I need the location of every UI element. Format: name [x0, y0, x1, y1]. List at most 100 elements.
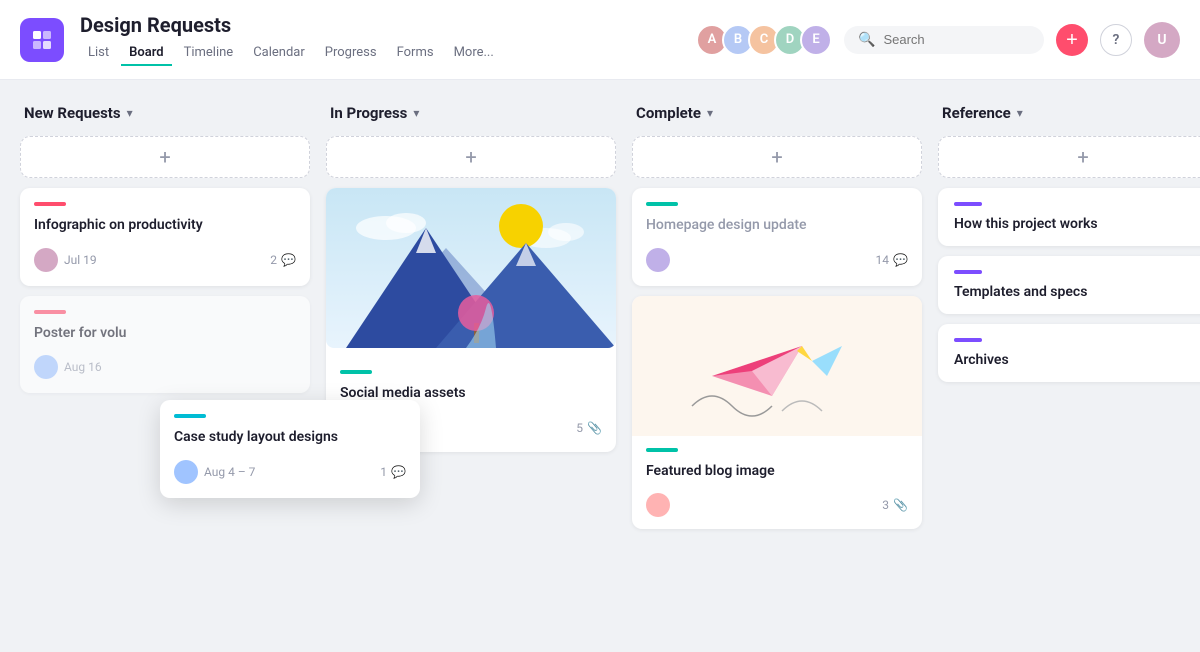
- card-meta-infographic: Jul 19: [34, 248, 97, 272]
- tab-calendar[interactable]: Calendar: [245, 41, 313, 66]
- column-title-reference: Reference: [942, 104, 1011, 122]
- ref-title-archives: Archives: [954, 352, 1200, 368]
- tab-progress[interactable]: Progress: [317, 41, 385, 66]
- column-chevron-reference[interactable]: ▾: [1017, 106, 1023, 120]
- add-card-in-progress[interactable]: +: [326, 136, 616, 178]
- card-accent-homepage: [646, 202, 678, 206]
- card-blog[interactable]: Featured blog image 3 📎: [632, 296, 922, 530]
- card-avatar-infographic: [34, 248, 58, 272]
- card-date-infographic: Jul 19: [64, 253, 97, 267]
- comment-count-blog: 3: [882, 498, 889, 512]
- page-title: Design Requests: [80, 13, 680, 37]
- card-title-homepage: Homepage design update: [646, 216, 908, 236]
- card-accent-infographic: [34, 202, 66, 206]
- tab-list[interactable]: List: [80, 41, 117, 66]
- tab-board[interactable]: Board: [121, 41, 171, 66]
- float-date-case: Aug 4 – 7: [204, 465, 255, 479]
- column-header-in-progress: In Progress ▾: [326, 104, 616, 122]
- card-title-blog: Featured blog image: [646, 462, 908, 482]
- column-chevron-complete[interactable]: ▾: [707, 106, 713, 120]
- column-chevron-new-requests[interactable]: ▾: [127, 106, 133, 120]
- tab-forms[interactable]: Forms: [389, 41, 442, 66]
- ref-accent-archives: [954, 338, 982, 342]
- card-comments-social: 5 📎: [576, 421, 602, 435]
- float-accent-case: [174, 414, 206, 418]
- header-right: A B C D E 🔍 + ? U: [696, 22, 1180, 58]
- float-title-case: Case study layout designs: [174, 428, 406, 448]
- float-comments-case: 1 💬: [380, 465, 406, 479]
- comment-icon-infographic: 💬: [281, 253, 296, 267]
- column-header-new-requests: New Requests ▾: [20, 104, 310, 122]
- comment-count-homepage: 14: [876, 253, 890, 267]
- card-footer-blog: 3 📎: [646, 493, 908, 517]
- card-avatar-homepage: [646, 248, 670, 272]
- ref-title-templates: Templates and specs: [954, 284, 1200, 300]
- search-input[interactable]: [883, 32, 1030, 47]
- comment-count-infographic: 2: [270, 253, 277, 267]
- add-card-new-requests[interactable]: +: [20, 136, 310, 178]
- ref-accent-templates: [954, 270, 982, 274]
- floating-card-case-study[interactable]: Case study layout designs Aug 4 – 7 1 💬: [160, 400, 420, 498]
- float-comment-icon-case: 💬: [391, 465, 406, 479]
- app-logo[interactable]: [20, 18, 64, 62]
- float-avatar-case: [174, 460, 198, 484]
- app-shell: Design Requests List Board Timeline Cale…: [0, 0, 1200, 652]
- card-archives[interactable]: Archives: [938, 324, 1200, 382]
- help-button[interactable]: ?: [1100, 24, 1132, 56]
- user-avatar[interactable]: U: [1144, 22, 1180, 58]
- column-reference: Reference ▾ + How this project works Tem…: [938, 104, 1200, 628]
- avatar-group: A B C D E: [696, 24, 832, 56]
- card-infographic[interactable]: Infographic on productivity Jul 19 2 💬: [20, 188, 310, 286]
- card-accent-blog: [646, 448, 678, 452]
- attachment-icon-social: 📎: [587, 421, 602, 435]
- card-meta-homepage: [646, 248, 670, 272]
- card-avatar-poster: [34, 355, 58, 379]
- column-complete: Complete ▾ + Homepage design update 14 💬: [632, 104, 922, 628]
- add-button[interactable]: +: [1056, 24, 1088, 56]
- ref-title-how: How this project works: [954, 216, 1200, 232]
- column-new-requests: New Requests ▾ + Infographic on producti…: [20, 104, 310, 628]
- board-area: New Requests ▾ + Infographic on producti…: [0, 80, 1200, 652]
- card-comments-infographic: 2 💬: [270, 253, 296, 267]
- search-bar: 🔍: [844, 26, 1044, 54]
- app-header: Design Requests List Board Timeline Cale…: [0, 0, 1200, 80]
- card-homepage[interactable]: Homepage design update 14 💬: [632, 188, 922, 286]
- float-comment-count-case: 1: [380, 465, 387, 479]
- card-title-poster: Poster for volu: [34, 324, 296, 344]
- card-comments-blog: 3 📎: [882, 498, 908, 512]
- float-meta-case: Aug 4 – 7: [174, 460, 255, 484]
- nav-tabs: List Board Timeline Calendar Progress Fo…: [80, 41, 680, 66]
- comment-count-social: 5: [576, 421, 583, 435]
- card-templates-specs[interactable]: Templates and specs: [938, 256, 1200, 314]
- card-footer-homepage: 14 💬: [646, 248, 908, 272]
- ref-accent-how: [954, 202, 982, 206]
- add-card-complete[interactable]: +: [632, 136, 922, 178]
- card-how-project-works[interactable]: How this project works: [938, 188, 1200, 246]
- tab-timeline[interactable]: Timeline: [176, 41, 242, 66]
- card-footer-infographic: Jul 19 2 💬: [34, 248, 296, 272]
- card-meta-poster: Aug 16: [34, 355, 102, 379]
- card-illustration-blog: [632, 296, 922, 436]
- card-poster-partial[interactable]: Poster for volu Aug 16: [20, 296, 310, 394]
- card-date-poster: Aug 16: [64, 360, 102, 374]
- column-title-in-progress: In Progress: [330, 104, 407, 122]
- card-accent-poster: [34, 310, 66, 314]
- search-icon: 🔍: [858, 32, 875, 48]
- column-header-complete: Complete ▾: [632, 104, 922, 122]
- column-chevron-in-progress[interactable]: ▾: [413, 106, 419, 120]
- card-meta-blog: [646, 493, 670, 517]
- card-footer-poster: Aug 16: [34, 355, 296, 379]
- column-in-progress: In Progress ▾ +: [326, 104, 616, 628]
- header-title-area: Design Requests List Board Timeline Cale…: [80, 13, 680, 66]
- card-avatar-blog: [646, 493, 670, 517]
- column-title-new-requests: New Requests: [24, 104, 121, 122]
- column-title-complete: Complete: [636, 104, 701, 122]
- card-comments-homepage: 14 💬: [876, 253, 908, 267]
- card-accent-social: [340, 370, 372, 374]
- card-title-infographic: Infographic on productivity: [34, 216, 296, 236]
- float-footer-case: Aug 4 – 7 1 💬: [174, 460, 406, 484]
- team-avatar-5[interactable]: E: [800, 24, 832, 56]
- tab-more[interactable]: More...: [446, 41, 502, 66]
- add-card-reference[interactable]: +: [938, 136, 1200, 178]
- card-illustration-social: [326, 188, 616, 348]
